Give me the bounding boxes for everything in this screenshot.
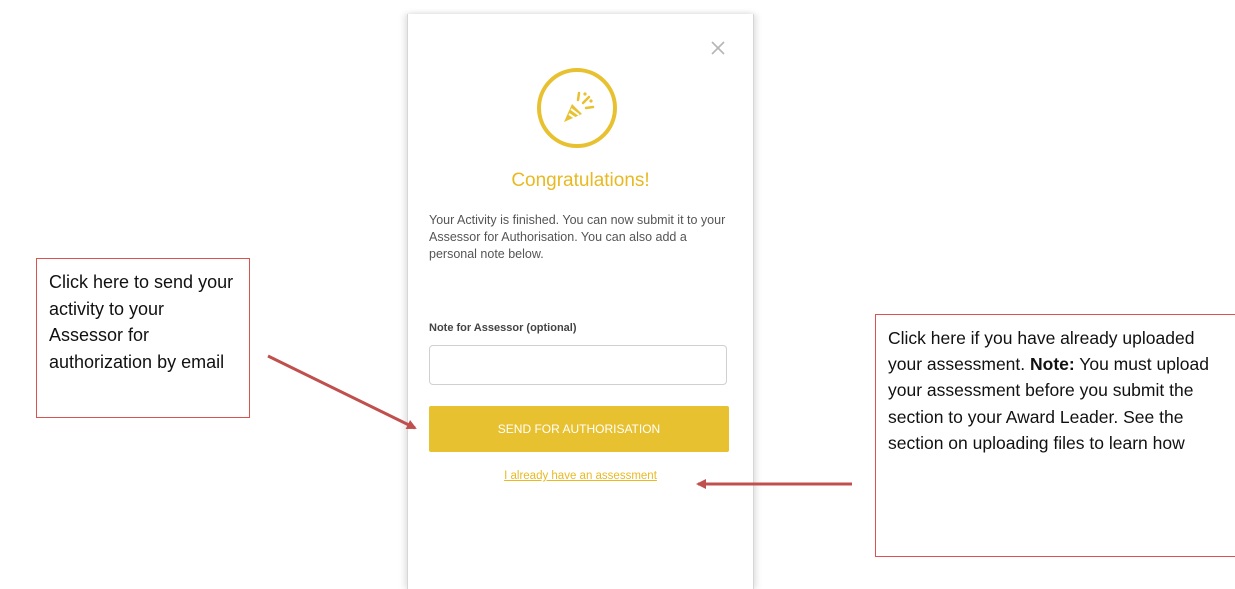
arrow-to-send-button [267,354,417,430]
annotation-arrows [267,354,852,489]
